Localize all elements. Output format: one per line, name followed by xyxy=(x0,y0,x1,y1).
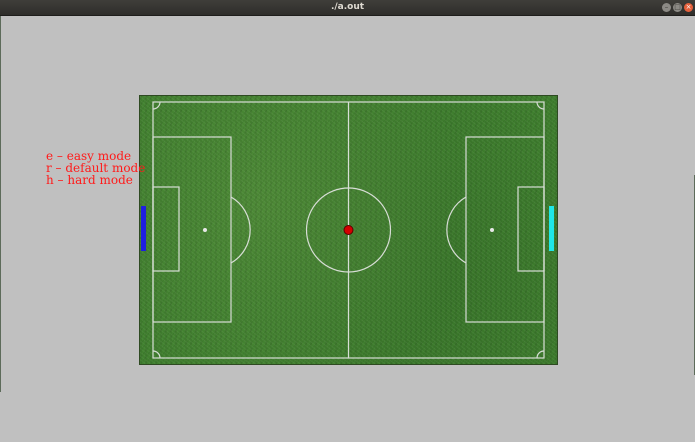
window-title: ./a.out xyxy=(330,2,365,12)
window-edge-left xyxy=(0,16,1,392)
window-titlebar[interactable]: ./a.out – □ × xyxy=(0,0,695,16)
left-penalty-arc xyxy=(230,196,251,264)
corner-arc-br xyxy=(536,350,545,359)
difficulty-help: e – easy mode r – default mode h – hard … xyxy=(46,150,145,186)
right-penalty-arc xyxy=(446,196,467,264)
right-paddle xyxy=(549,206,554,251)
left-paddle xyxy=(141,206,146,251)
maximize-icon[interactable]: □ xyxy=(673,3,682,12)
ball xyxy=(343,225,354,235)
corner-arc-bl xyxy=(152,350,161,359)
soccer-pitch xyxy=(139,95,558,365)
right-goal-box xyxy=(517,186,545,272)
help-hard-mode: h – hard mode xyxy=(46,173,133,187)
left-penalty-box xyxy=(152,136,232,323)
pitch-markings xyxy=(152,101,545,359)
right-penalty-box xyxy=(465,136,545,323)
corner-arc-tl xyxy=(152,101,161,110)
close-icon[interactable]: × xyxy=(684,3,693,12)
right-penalty-spot xyxy=(490,228,494,232)
left-penalty-spot xyxy=(203,228,207,232)
minimize-icon[interactable]: – xyxy=(662,3,671,12)
left-goal-box xyxy=(152,186,180,272)
corner-arc-tr xyxy=(536,101,545,110)
